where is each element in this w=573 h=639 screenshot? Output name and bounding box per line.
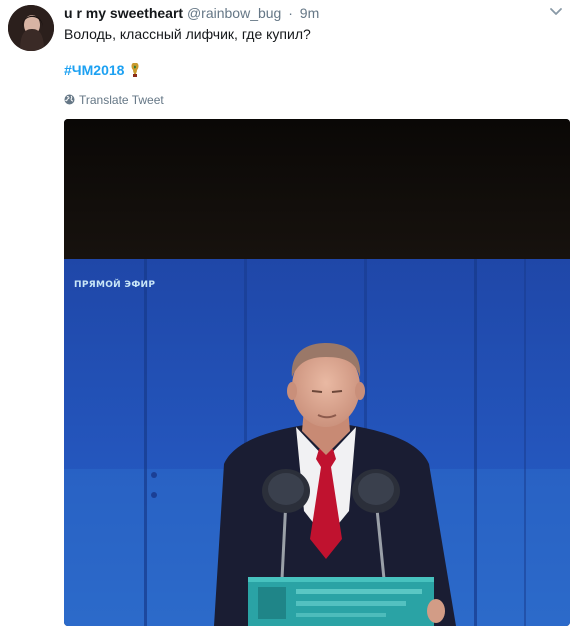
- hashtag-link[interactable]: #ЧМ2018: [64, 62, 124, 78]
- tweet[interactable]: u r my sweetheart @rainbow_bug · 9m Воло…: [0, 0, 573, 639]
- tweet-media-image[interactable]: ПРЯМОЙ ЭФИР: [64, 119, 570, 626]
- translate-tweet-link[interactable]: Translate Tweet: [64, 92, 164, 108]
- translate-label: Translate Tweet: [79, 93, 164, 107]
- user-handle[interactable]: @rainbow_bug: [187, 5, 281, 21]
- hashtag-line: #ЧМ2018: [64, 61, 140, 79]
- timestamp[interactable]: 9m: [300, 5, 319, 21]
- chevron-down-icon[interactable]: [548, 5, 564, 19]
- display-name[interactable]: u r my sweetheart: [64, 5, 183, 21]
- tweet-header: u r my sweetheart @rainbow_bug · 9m: [64, 4, 543, 22]
- avatar[interactable]: [8, 5, 54, 51]
- separator-dot: ·: [288, 5, 293, 21]
- world-cup-trophy-icon: [130, 62, 140, 78]
- live-broadcast-label: ПРЯМОЙ ЭФИР: [74, 280, 156, 290]
- globe-icon: [64, 93, 75, 105]
- tweet-text: Володь, классный лифчик, где купил?: [64, 26, 311, 42]
